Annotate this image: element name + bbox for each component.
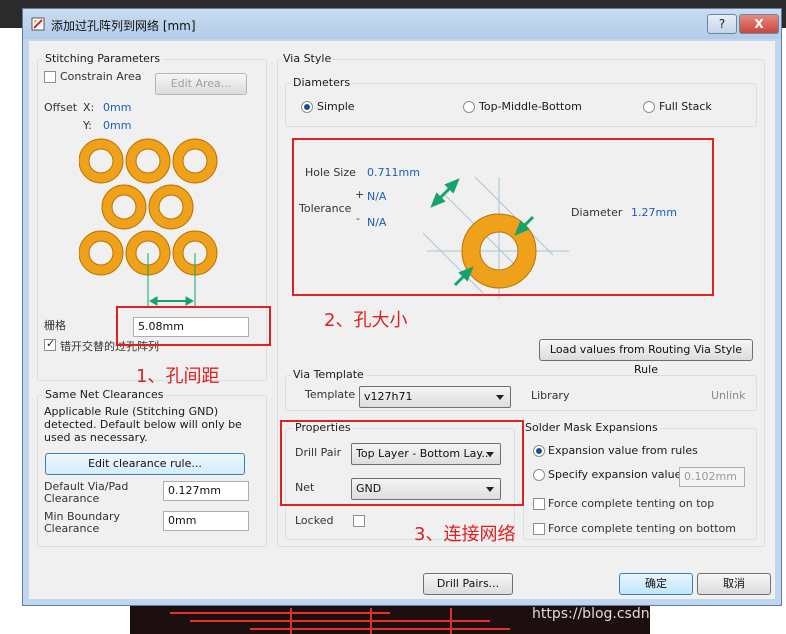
diameter-fullstack-label: Full Stack bbox=[659, 100, 712, 113]
via-style-label: Via Style bbox=[281, 52, 334, 65]
diameter-tmb-radio[interactable] bbox=[463, 101, 475, 113]
via-array-preview bbox=[79, 138, 218, 307]
annotation-box-net bbox=[280, 420, 524, 506]
annotation-spacing-text: 1、孔间距 bbox=[136, 366, 220, 387]
annotation-size-text: 2、孔大小 bbox=[324, 310, 408, 331]
stagger-checkbox[interactable] bbox=[44, 337, 56, 351]
annotation-net-text: 3、连接网络 bbox=[414, 524, 516, 545]
close-button[interactable]: X bbox=[739, 14, 779, 34]
mask-specify-label: Specify expansion value bbox=[548, 468, 682, 481]
template-select[interactable]: v127h71 bbox=[359, 386, 511, 408]
constrain-area-label: Constrain Area bbox=[60, 70, 142, 83]
via-template-label: Via Template bbox=[291, 368, 366, 381]
chevron-down-icon bbox=[496, 395, 504, 400]
offset-x-label: X: bbox=[83, 101, 95, 114]
mask-specify-radio[interactable] bbox=[533, 469, 545, 481]
template-label: Template bbox=[305, 388, 356, 401]
same-net-clearances-label: Same Net Clearances bbox=[43, 388, 166, 401]
tenting-top-checkbox[interactable] bbox=[533, 498, 545, 510]
edit-clearance-rule-button[interactable]: Edit clearance rule... bbox=[45, 453, 245, 475]
locked-label: Locked bbox=[295, 514, 334, 527]
tenting-top-label: Force complete tenting on top bbox=[548, 497, 715, 510]
diameter-simple-radio[interactable] bbox=[301, 101, 313, 113]
unlink-label[interactable]: Unlink bbox=[711, 389, 745, 402]
watermark-text: https://blog.csdn.net/@zjm1180 bbox=[532, 606, 757, 622]
solder-mask-label: Solder Mask Expansions bbox=[523, 421, 660, 434]
default-via-clearance-input[interactable]: 0.127mm bbox=[163, 481, 249, 501]
tenting-bottom-label: Force complete tenting on bottom bbox=[548, 522, 736, 535]
diameter-fullstack-radio[interactable] bbox=[643, 101, 655, 113]
stitching-parameters-label: Stitching Parameters bbox=[43, 52, 163, 65]
offset-x-value: 0mm bbox=[103, 101, 132, 114]
edit-area-button[interactable]: Edit Area... bbox=[155, 73, 247, 95]
constrain-area-checkbox[interactable] bbox=[44, 71, 56, 83]
diameters-label: Diameters bbox=[291, 76, 353, 89]
offset-y-label: Y: bbox=[83, 119, 92, 132]
load-values-button[interactable]: Load values from Routing Via Style Rule bbox=[539, 339, 753, 376]
min-boundary-clearance-label: Min Boundary Clearance bbox=[44, 510, 120, 535]
template-select-value: v127h71 bbox=[364, 390, 413, 403]
offset-label: Offset bbox=[44, 101, 78, 114]
min-boundary-clearance-input[interactable]: 0mm bbox=[163, 511, 249, 531]
mask-from-rules-label: Expansion value from rules bbox=[548, 444, 698, 457]
app-icon bbox=[31, 17, 45, 31]
drill-pairs-button[interactable]: Drill Pairs... bbox=[423, 573, 513, 595]
dialog-title: 添加过孔阵列到网络 [mm] bbox=[51, 19, 196, 33]
ok-button[interactable]: 确定 bbox=[619, 573, 693, 595]
library-label: Library bbox=[531, 389, 570, 402]
help-button[interactable]: ? bbox=[707, 14, 737, 34]
applicable-rule-text: Applicable Rule (Stitching GND) detected… bbox=[44, 405, 242, 444]
tenting-bottom-checkbox[interactable] bbox=[533, 523, 545, 535]
annotation-box-spacing bbox=[116, 306, 271, 346]
title-bar[interactable]: 添加过孔阵列到网络 [mm] ? X bbox=[23, 9, 781, 39]
cancel-button[interactable]: 取消 bbox=[697, 573, 771, 595]
offset-y-value: 0mm bbox=[103, 119, 132, 132]
locked-checkbox[interactable] bbox=[353, 515, 365, 527]
mask-from-rules-radio[interactable] bbox=[533, 445, 545, 457]
annotation-box-size bbox=[292, 138, 714, 296]
default-via-clearance-label: Default Via/Pad Clearance bbox=[44, 480, 129, 505]
spacing-dimension bbox=[147, 253, 196, 307]
diameter-simple-label: Simple bbox=[317, 100, 355, 113]
mask-specify-input[interactable]: 0.102mm bbox=[679, 467, 745, 487]
grid-label: 栅格 bbox=[44, 319, 66, 332]
diameter-tmb-label: Top-Middle-Bottom bbox=[479, 100, 582, 113]
